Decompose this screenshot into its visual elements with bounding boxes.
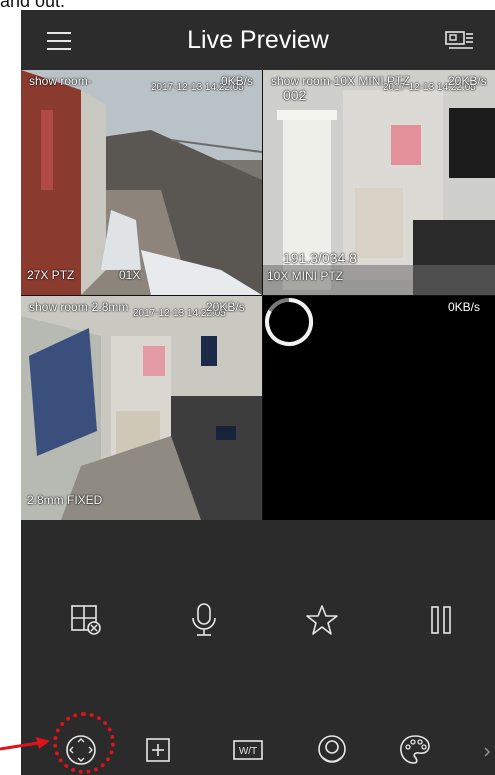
camera-4-bitrate: 0KB/s xyxy=(448,300,481,314)
camera-1-name: show room- xyxy=(29,74,92,88)
camera-2-coords: 191.3/034.8 xyxy=(283,250,357,266)
camera-2-bitrate: 20KB/s xyxy=(448,74,487,88)
device-list-icon[interactable] xyxy=(445,29,475,51)
camera-view-2[interactable]: show room-10X MINI PTZ 2017-12-13 14:22:… xyxy=(263,70,495,295)
camera-1-sublabel: 01X xyxy=(119,268,141,282)
camera-view-1[interactable]: show room- 2017-12-13 14:22:05 0KB/s 27X… xyxy=(21,70,262,295)
playback-controls xyxy=(21,600,495,650)
pointer-arrow-icon xyxy=(0,737,50,751)
loading-spinner-icon xyxy=(265,298,314,346)
fullscreen-split-icon[interactable] xyxy=(138,730,178,770)
camera-1-label: 27X PTZ xyxy=(27,268,75,282)
star-favorite-icon[interactable] xyxy=(302,600,342,640)
highlight-ring xyxy=(53,712,115,774)
close-window-icon[interactable] xyxy=(66,600,106,640)
zoom-wt-label: W/T xyxy=(239,746,257,757)
camera-view-4[interactable]: 0KB/s xyxy=(263,296,495,520)
camera-3-bitrate: 20KB/s xyxy=(206,300,245,314)
phone-screen: Live Preview show room- 2017-12-13 14:22… xyxy=(21,10,495,775)
page-title: Live Preview xyxy=(187,26,329,54)
camera-2-label: 10X MINI PTZ xyxy=(267,269,344,283)
camera-view-3[interactable]: show room-2.8mm 2017-12-13 14:22:05 20KB… xyxy=(21,296,262,520)
camera-3-name: show room-2.8mm xyxy=(29,300,129,314)
camera-3-image xyxy=(21,296,262,520)
more-chevron-icon[interactable] xyxy=(479,742,495,762)
camera-3-label: 2.8mm FIXED xyxy=(27,493,103,507)
camera-1-image xyxy=(21,70,262,295)
app-header: Live Preview xyxy=(21,10,495,70)
fisheye-icon[interactable] xyxy=(312,730,352,770)
color-palette-icon[interactable] xyxy=(395,730,435,770)
pause-icon[interactable] xyxy=(421,600,461,640)
camera-1-bitrate: 0KB/s xyxy=(221,74,254,88)
camera-2-channel: 002 xyxy=(283,87,307,103)
microphone-icon[interactable] xyxy=(184,600,224,640)
video-grid: show room- 2017-12-13 14:22:05 0KB/s 27X… xyxy=(21,70,495,520)
zoom-wt-icon[interactable]: W/T xyxy=(228,730,268,770)
